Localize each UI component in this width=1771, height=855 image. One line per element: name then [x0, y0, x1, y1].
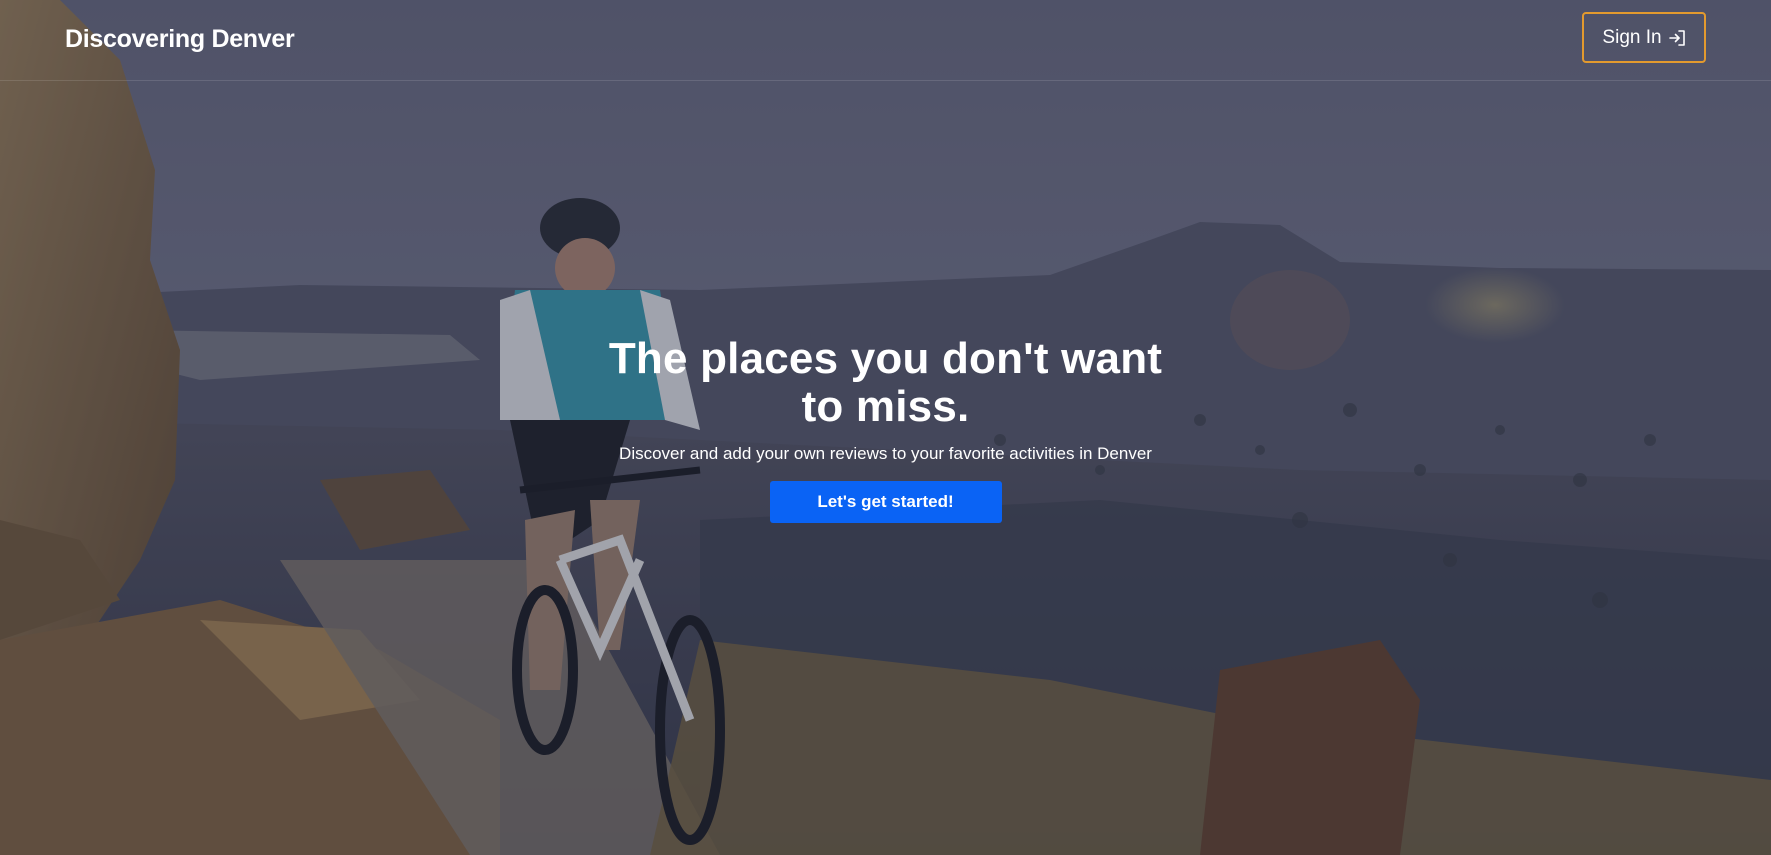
- hero-section: Discovering Denver Sign In The places yo…: [0, 0, 1771, 855]
- hero-subtitle: Discover and add your own reviews to you…: [619, 444, 1152, 463]
- sign-in-button[interactable]: Sign In: [1582, 12, 1706, 63]
- sign-in-arrow-icon: [1668, 29, 1686, 47]
- hero-content: The places you don't want to miss. Disco…: [0, 335, 1771, 523]
- brand-logo-text[interactable]: Discovering Denver: [65, 23, 295, 55]
- get-started-button[interactable]: Let's get started!: [769, 481, 1002, 523]
- sign-in-label: Sign In: [1602, 26, 1662, 48]
- hero-headline: The places you don't want to miss.: [608, 334, 1163, 431]
- navbar: Discovering Denver Sign In: [0, 0, 1771, 81]
